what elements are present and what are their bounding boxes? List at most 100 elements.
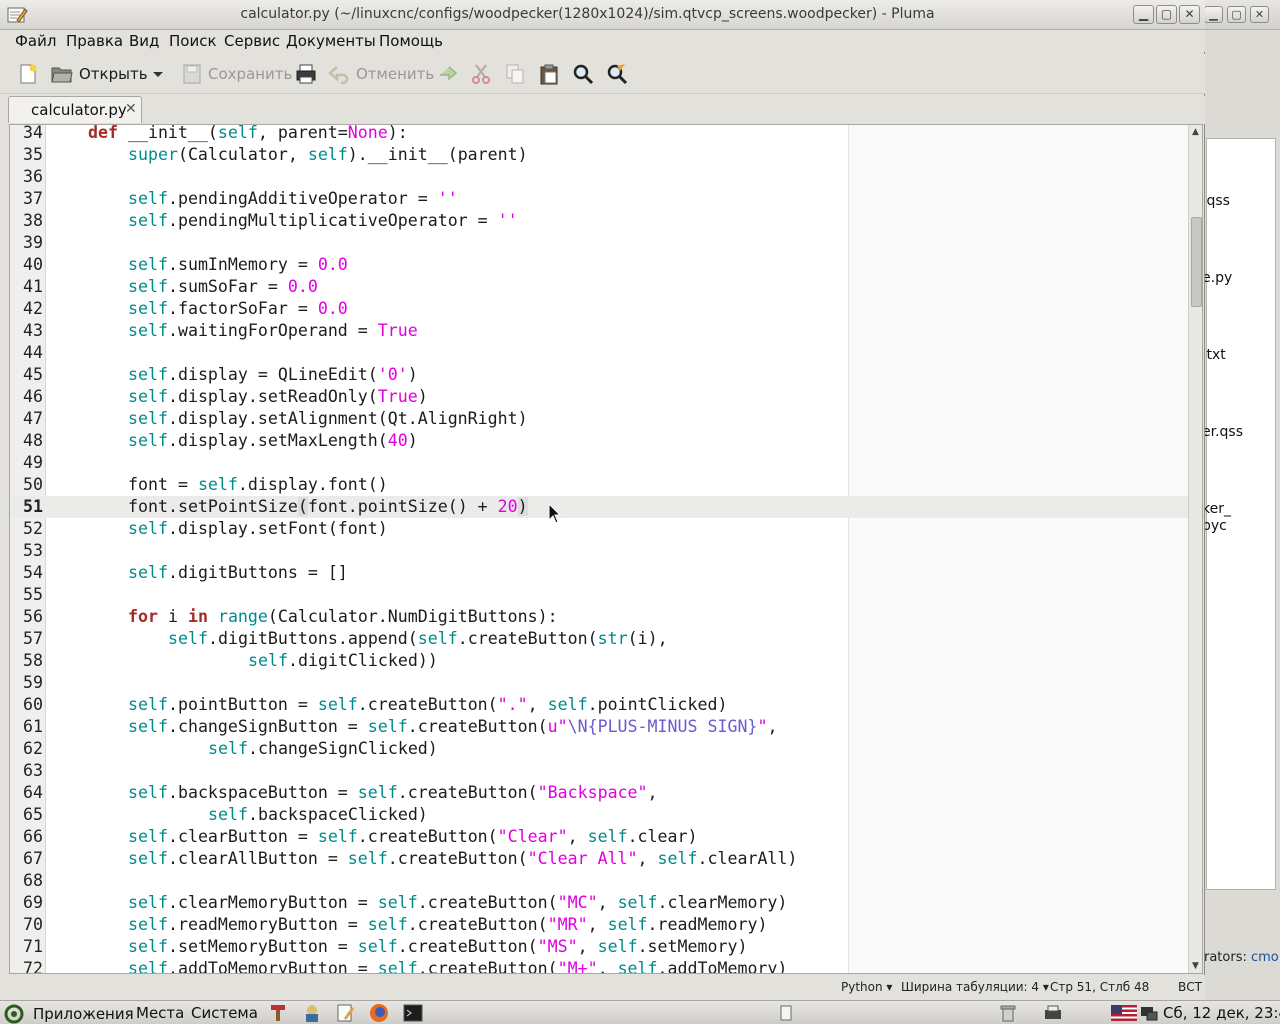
open-label: Открыть [79,65,148,83]
open-recent-dropdown[interactable] [150,62,166,86]
redo-button[interactable] [436,62,458,86]
trash-icon[interactable] [998,1003,1018,1023]
code-line: self.factorSoFar = 0.0 [128,299,348,318]
close-button[interactable]: ✕ [1179,5,1200,24]
show-desktop-icon[interactable] [776,1003,796,1023]
menu-file[interactable]: Файл [15,32,56,50]
bottom-panel: Приложения Места Система Сб, 12 дек, 23:… [0,1000,1280,1024]
redo-icon [440,66,458,81]
wizard-launcher-icon[interactable] [302,1003,322,1023]
tools-launcher-icon[interactable] [268,1003,288,1023]
bg-file-item[interactable]: ker_ [1202,501,1231,517]
terminal-icon[interactable] [403,1003,423,1023]
scissors-icon [472,64,490,84]
scroll-down-icon[interactable]: ▼ [1192,961,1199,971]
tab-close-icon[interactable]: ✕ [125,101,137,117]
code-line: self.digitClicked)) [248,651,438,670]
menu-view[interactable]: Вид [129,32,159,50]
menu-tools[interactable]: Сервис [224,32,280,50]
undo-label: Отменить [356,65,435,83]
bg-file-item[interactable]: рус [1202,518,1227,534]
line-number: 66 [23,827,43,846]
tab-calculator-py[interactable]: calculator.py ✕ [8,96,142,123]
code-line: self.pendingMultiplicativeOperator = '' [128,211,518,230]
open-button[interactable]: Открыть [51,62,148,86]
bg-file-item[interactable]: er.qss [1202,424,1243,440]
scrollbar-thumb[interactable] [1191,217,1202,307]
bg-minimize-button[interactable]: ▁ [1204,6,1223,23]
menu-documents[interactable]: Документы [286,32,376,50]
line-number: 41 [23,277,43,296]
printer-tray-icon[interactable] [1043,1003,1063,1023]
background-window-titlebar: ▁ ▢ ✕ [1196,0,1280,30]
search-replace-button[interactable] [606,62,628,86]
print-button[interactable] [295,62,317,86]
line-number: 70 [23,915,43,934]
code-line: self.clearAllButton = self.createButton(… [128,849,798,868]
us-flag-icon[interactable] [1111,1003,1137,1023]
language-selector[interactable]: Python ▾ [841,980,892,994]
scroll-up-icon[interactable]: ▲ [1192,127,1199,137]
print-icon [296,64,316,84]
undo-button[interactable]: Отменить [328,62,434,86]
menu-help[interactable]: Помощь [379,32,443,50]
code-line: self.changeSignClicked) [208,739,438,758]
cut-button[interactable] [471,62,491,86]
cursor-position: Стр 51, Стлб 48 [1050,980,1150,994]
bg-close-button[interactable]: ✕ [1250,6,1269,23]
search-icon [573,64,594,85]
bg-maximize-button[interactable]: ▢ [1227,6,1246,23]
system-menu[interactable]: Система [191,1004,258,1022]
code-line: self.display.setAlignment(Qt.AlignRight) [128,409,528,428]
tab-width-selector[interactable]: Ширина табуляции: 4 ▾ [901,980,1049,994]
bg-file-item[interactable]: .txt [1202,347,1226,363]
line-number: 35 [23,145,43,164]
code-line: self.waitingForOperand = True [128,321,418,340]
copy-button[interactable] [505,62,525,86]
code-line: self.addToMemoryButton = self.createButt… [128,959,788,974]
line-number: 51 [23,497,43,516]
bg-file-item[interactable]: e.py [1202,270,1232,286]
save-button[interactable]: Сохранить [182,62,292,86]
line-number: 47 [23,409,43,428]
bg-link[interactable]: cmo [1251,950,1279,965]
new-document-button[interactable] [17,62,39,86]
tab-label: calculator.py [31,101,127,119]
line-number: 59 [23,673,43,692]
code-line: self.backspaceButton = self.createButton… [128,783,658,802]
vertical-scrollbar[interactable]: ▲ ▼ [1188,125,1202,973]
firefox-icon[interactable] [369,1003,389,1023]
menu-search[interactable]: Поиск [169,32,217,50]
line-number: 55 [23,585,43,604]
minimize-button[interactable]: ▁ [1133,5,1154,24]
line-number: 69 [23,893,43,912]
clock[interactable]: Сб, 12 дек, 23:40 [1163,1004,1280,1022]
maximize-button[interactable]: ▢ [1156,5,1177,24]
network-icon[interactable] [1139,1003,1159,1023]
bg-file-item[interactable]: .qss [1202,193,1230,209]
code-line: self.setMemoryButton = self.createButton… [128,937,748,956]
line-number: 34 [23,124,43,142]
code-line: self.sumSoFar = 0.0 [128,277,318,296]
places-menu[interactable]: Места [136,1004,184,1022]
code-line: self.backspaceClicked) [208,805,428,824]
pluma-window: calculator.py (~/linuxcnc/configs/woodpe… [0,0,1205,1000]
line-number: 45 [23,365,43,384]
code-line: self.digitButtons = [] [128,563,348,582]
menu-edit[interactable]: Правка [66,32,123,50]
line-number: 37 [23,189,43,208]
code-line: self.clearMemoryButton = self.createButt… [128,893,788,912]
code-line: self.display.setFont(font) [128,519,388,538]
code-editor[interactable]: 34 def __init__(self, parent=None): 35 supe… [9,124,1203,974]
line-number: 49 [23,453,43,472]
paste-button[interactable] [539,62,559,86]
text-editor-launcher-icon[interactable] [335,1003,355,1023]
line-number: 50 [23,475,43,494]
chevron-down-icon [153,72,163,77]
search-replace-icon [607,64,628,85]
toolbar: Открыть Сохранить Отменить [0,54,1205,94]
search-button[interactable] [572,62,594,86]
line-number: 63 [23,761,43,780]
applications-menu[interactable]: Приложения [4,1004,134,1024]
code-line: self.display.setMaxLength(40) [128,431,418,450]
